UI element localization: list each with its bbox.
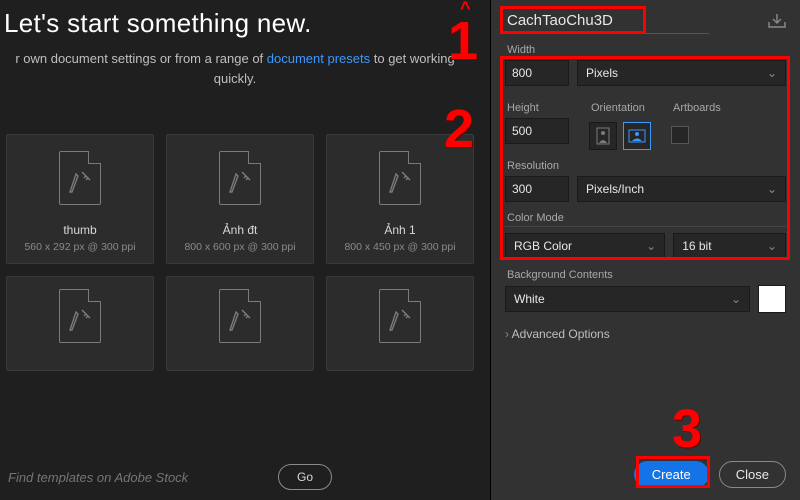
width-label: Width [507,44,786,56]
preset-card-anh-1[interactable]: Ảnh 1 800 x 450 px @ 300 ppi [326,134,474,264]
height-input[interactable] [505,118,569,144]
preset-card-anh-dt[interactable]: Ảnh đt 800 x 600 px @ 300 ppi [166,134,314,264]
go-button[interactable]: Go [278,464,332,490]
color-mode-dropdown[interactable]: RGB Color ⌄ [505,233,665,259]
document-icon [59,289,101,343]
chevron-down-icon: ⌄ [646,239,656,253]
chevron-down-icon: ⌄ [767,66,777,80]
document-presets-link[interactable]: document presets [267,51,370,66]
height-label: Height [507,102,569,114]
width-input[interactable] [505,60,569,86]
artboards-checkbox[interactable] [671,126,689,144]
resolution-label: Resolution [507,160,786,172]
divider [505,226,786,227]
color-mode-label: Color Mode [507,212,786,224]
chevron-down-icon: ⌄ [767,239,777,253]
preset-card-blank-2[interactable] [166,276,314,371]
background-value: White [514,292,545,306]
document-icon [219,289,261,343]
preset-name: Ảnh 1 [384,223,415,237]
preset-name: Ảnh đt [223,223,258,237]
preset-name: thumb [63,223,96,237]
color-mode-value: RGB Color [514,239,572,253]
create-button[interactable]: Create [634,461,709,488]
advanced-options-toggle[interactable]: Advanced Options [505,327,786,341]
orientation-portrait[interactable] [589,122,617,150]
document-icon [379,151,421,205]
resolution-input[interactable] [505,176,569,202]
pencil-ruler-icon [388,308,412,332]
background-dropdown[interactable]: White ⌄ [505,286,750,312]
save-preset-icon[interactable] [768,14,786,31]
chevron-down-icon: ⌄ [731,292,741,306]
pencil-ruler-icon [228,308,252,332]
portrait-icon [596,127,610,145]
document-icon [379,289,421,343]
preset-meta: 560 x 292 px @ 300 ppi [24,241,135,253]
document-icon [59,151,101,205]
background-swatch[interactable] [758,285,786,313]
headline: Let's start something new. [4,8,490,39]
preset-meta: 800 x 450 px @ 300 ppi [344,241,455,253]
pencil-ruler-icon [388,170,412,194]
preset-card-blank-3[interactable] [326,276,474,371]
orientation-label: Orientation [591,102,651,114]
pencil-ruler-icon [228,170,252,194]
artboards-label: Artboards [673,102,721,114]
subline-text: r own document settings or from a range … [15,51,266,66]
resolution-units-dropdown[interactable]: Pixels/Inch ⌄ [577,176,786,202]
subheadline: r own document settings or from a range … [0,49,470,88]
chevron-down-icon: ⌄ [767,182,777,196]
document-icon [219,151,261,205]
scroll-caret-up: ^ [460,0,471,19]
stock-search-input[interactable] [6,469,270,486]
bit-depth-value: 16 bit [682,239,711,253]
background-label: Background Contents [507,269,786,281]
pencil-ruler-icon [68,170,92,194]
bit-depth-dropdown[interactable]: 16 bit ⌄ [673,233,786,259]
resolution-units-value: Pixels/Inch [586,182,644,196]
preset-name-input[interactable] [505,10,709,34]
preset-card-thumb[interactable]: thumb 560 x 292 px @ 300 ppi [6,134,154,264]
units-dropdown[interactable]: Pixels ⌄ [577,60,786,86]
close-button[interactable]: Close [719,461,786,488]
landscape-icon [628,129,646,143]
preset-meta: 800 x 600 px @ 300 ppi [184,241,295,253]
preset-card-blank-1[interactable] [6,276,154,371]
units-value: Pixels [586,66,618,80]
pencil-ruler-icon [68,308,92,332]
orientation-landscape[interactable] [623,122,651,150]
